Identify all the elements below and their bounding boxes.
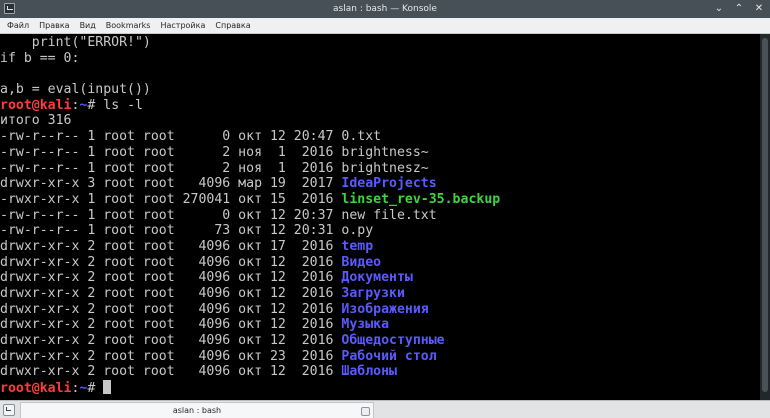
- menu-item-view[interactable]: Вид: [75, 18, 101, 34]
- terminal-line: root@kali:~#: [0, 380, 760, 396]
- terminal-line: print("ERROR!"): [0, 35, 760, 51]
- terminal-line: drwxr-xr-x 2 root root 4096 окт 12 2016 …: [0, 286, 760, 302]
- ls-entry-name: temp: [341, 238, 374, 254]
- minimize-button[interactable]: ⌄: [713, 3, 725, 15]
- terminal-line: -rw-r--r-- 1 root root 2 ноя 1 2016 brig…: [0, 145, 760, 161]
- maximize-button[interactable]: ⌃: [733, 3, 745, 15]
- terminal-line: drwxr-xr-x 2 root root 4096 окт 12 2016 …: [0, 255, 760, 271]
- output-text: a,b = eval(input()): [0, 82, 151, 98]
- terminal-line: drwxr-xr-x 2 root root 4096 окт 12 2016 …: [0, 270, 760, 286]
- window-title: aslan : bash — Konsole: [333, 4, 437, 14]
- ls-entry-details: drwxr-xr-x 2 root root 4096 окт 12 2016: [0, 364, 342, 380]
- tab-label: aslan : bash: [172, 406, 222, 415]
- terminal-line: drwxr-xr-x 2 root root 4096 окт 12 2016 …: [0, 302, 760, 318]
- terminal-line: drwxr-xr-x 2 root root 4096 окт 12 2016 …: [0, 333, 760, 349]
- ls-entry-details: drwxr-xr-x 2 root root 4096 окт 17 2016: [0, 238, 342, 254]
- terminal-line: drwxr-xr-x 2 root root 4096 окт 23 2016 …: [0, 349, 760, 365]
- ls-entry-details: drwxr-xr-x 2 root root 4096 окт 12 2016: [0, 333, 342, 349]
- ls-entry-name: o.py: [341, 223, 374, 239]
- tab-aslan-bash[interactable]: aslan : bash: [20, 402, 374, 418]
- terminal-output[interactable]: print("ERROR!") if b == 0: a,b = eval(inpu…: [0, 34, 760, 400]
- ls-entry-details: drwxr-xr-x 2 root root 4096 окт 12 2016: [0, 317, 342, 333]
- terminal-line: drwxr-xr-x 2 root root 4096 окт 12 2016 …: [0, 364, 760, 380]
- title-bar[interactable]: aslan : bash — Konsole ⌄ ⌃ ✕: [0, 0, 770, 18]
- ls-entry-name: Шаблоны: [341, 364, 397, 380]
- tab-bar: aslan : bash: [0, 400, 770, 418]
- ls-entry-name: Видео: [341, 254, 382, 270]
- terminal-line: if b == 0:: [0, 51, 760, 67]
- terminal-line: -rw-r--r-- 1 root root 2 ноя 1 2016 brig…: [0, 161, 760, 177]
- output-text: if b == 0:: [0, 50, 80, 66]
- ls-entry-name: Изображения: [341, 301, 429, 317]
- terminal-scrollbar[interactable]: [760, 34, 770, 400]
- terminal-line: -rwxr-xr-x 1 root root 270041 окт 15 201…: [0, 192, 760, 208]
- output-text: print("ERROR!"): [0, 35, 151, 50]
- ls-entry-name: Загрузки: [341, 286, 405, 301]
- ls-entry-details: -rw-r--r-- 1 root root 0 окт 12 20:37: [0, 207, 342, 223]
- ls-entry-details: -rw-r--r-- 1 root root 2 ноя 1 2016: [0, 144, 342, 160]
- menu-item-settings[interactable]: Настройка: [155, 18, 210, 34]
- menu-item-file[interactable]: Файл: [2, 18, 34, 34]
- ls-entry-details: drwxr-xr-x 2 root root 4096 окт 12 2016: [0, 286, 342, 301]
- ls-entry-name: IdeaProjects: [341, 176, 437, 192]
- ls-entry-name: new file.txt: [341, 207, 437, 223]
- terminal-line: drwxr-xr-x 2 root root 4096 окт 17 2016 …: [0, 239, 760, 255]
- ls-entry-details: -rwxr-xr-x 1 root root 270041 окт 15 201…: [0, 191, 342, 207]
- ls-entry-name: Рабочий стол: [341, 348, 437, 364]
- command-text: [95, 381, 103, 396]
- ls-entry-details: -rw-r--r-- 1 root root 73 окт 12 20:31: [0, 223, 342, 239]
- ls-entry-name: 0.txt: [341, 129, 382, 145]
- ls-entry-details: drwxr-xr-x 2 root root 4096 окт 12 2016: [0, 254, 342, 270]
- menu-bar: Файл Правка Вид Bookmarks Настройка Спра…: [0, 18, 770, 34]
- ls-entry-name: Документы: [341, 270, 413, 286]
- menu-item-help[interactable]: Справка: [210, 18, 255, 34]
- ls-entry-name: brightnesz~: [341, 160, 429, 176]
- terminal-line: drwxr-xr-x 2 root root 4096 окт 12 2016 …: [0, 317, 760, 333]
- ls-entry-name: brightness~: [341, 144, 429, 160]
- ls-entry-details: drwxr-xr-x 2 root root 4096 окт 12 2016: [0, 270, 342, 286]
- scrollbar-thumb[interactable]: [762, 38, 768, 392]
- ls-entry-name: Общедоступные: [341, 333, 445, 349]
- ls-entry-details: -rw-r--r-- 1 root root 0 окт 12 20:47: [0, 129, 342, 145]
- ls-entry-details: -rw-r--r-- 1 root root 2 ноя 1 2016: [0, 160, 342, 176]
- output-text: итого 316: [0, 113, 72, 129]
- command-text: ls -l: [95, 97, 143, 113]
- terminal-line: -rw-r--r-- 1 root root 0 окт 12 20:47 0.…: [0, 129, 760, 145]
- terminal-line: итого 316: [0, 113, 760, 129]
- terminal-line: drwxr-xr-x 3 root root 4096 мар 19 2017 …: [0, 176, 760, 192]
- terminal-line: root@kali:~# ls -l: [0, 98, 760, 114]
- ls-entry-name: linset_rev-35.backup: [341, 191, 501, 207]
- terminal-line: -rw-r--r-- 1 root root 73 окт 12 20:31 o…: [0, 223, 760, 239]
- terminal-icon[interactable]: [4, 3, 15, 14]
- terminal-line: -rw-r--r-- 1 root root 0 окт 12 20:37 ne…: [0, 208, 760, 224]
- close-tab-icon[interactable]: [361, 407, 370, 416]
- prompt-user: root@kali: [0, 381, 72, 397]
- close-button[interactable]: ✕: [753, 3, 765, 15]
- ls-entry-details: drwxr-xr-x 3 root root 4096 мар 19 2017: [0, 176, 342, 192]
- menu-item-edit[interactable]: Правка: [34, 18, 74, 34]
- ls-entry-details: drwxr-xr-x 2 root root 4096 окт 23 2016: [0, 348, 342, 364]
- text-cursor: [103, 380, 112, 395]
- prompt-user: root@kali: [0, 97, 72, 113]
- menu-item-bookmarks[interactable]: Bookmarks: [101, 18, 156, 34]
- terminal-line: a,b = eval(input()): [0, 82, 760, 98]
- ls-entry-name: Музыка: [341, 317, 390, 333]
- new-tab-icon[interactable]: [3, 404, 15, 416]
- ls-entry-details: drwxr-xr-x 2 root root 4096 окт 12 2016: [0, 301, 342, 317]
